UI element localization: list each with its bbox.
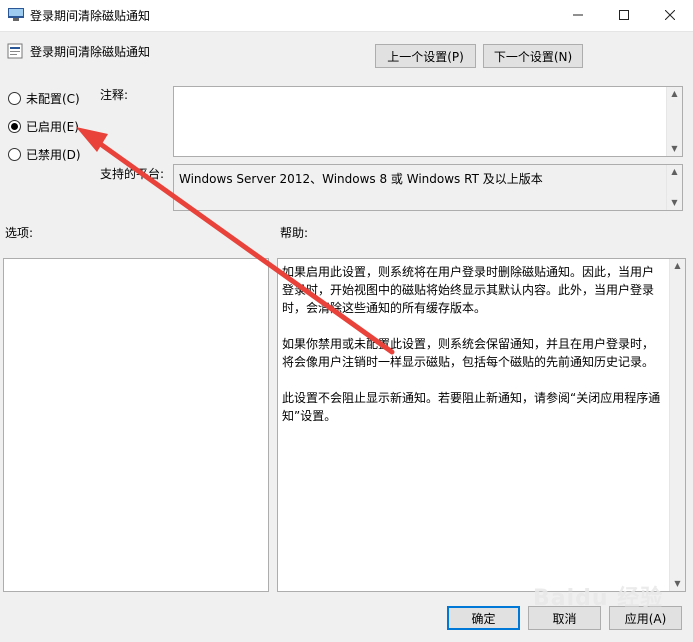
supported-value: Windows Server 2012、Windows 8 或 Windows … [179, 172, 543, 186]
comment-textarea[interactable]: ▲ ▼ [173, 86, 683, 157]
help-paragraph: 如果启用此设置，则系统将在用户登录时删除磁贴通知。因此，当用户登录时，开始视图中… [282, 265, 655, 315]
maximize-button[interactable] [601, 0, 647, 31]
scroll-down-icon: ▼ [671, 198, 678, 207]
scroll-up-icon: ▲ [674, 261, 681, 270]
policy-setting-icon [7, 43, 23, 59]
title-bar: 登录期间清除磁贴通知 [0, 0, 693, 32]
options-panel [3, 258, 269, 592]
radio-circle[interactable] [8, 120, 21, 133]
radio-circle[interactable] [8, 92, 21, 105]
scroll-up-icon: ▲ [671, 167, 678, 176]
previous-setting-button[interactable]: 上一个设置(P) [375, 44, 476, 68]
options-label: 选项: [5, 226, 34, 240]
help-text: 如果启用此设置，则系统将在用户登录时删除磁贴通知。因此，当用户登录时，开始视图中… [282, 263, 665, 443]
ok-button[interactable]: 确定 [447, 606, 520, 630]
comment-label: 注释: [100, 88, 129, 102]
supported-scrollbar[interactable]: ▲ ▼ [666, 165, 682, 210]
supported-field: Windows Server 2012、Windows 8 或 Windows … [173, 164, 683, 211]
window-title: 登录期间清除磁贴通知 [30, 9, 151, 23]
help-label: 帮助: [280, 226, 309, 240]
scroll-down-icon: ▼ [671, 144, 678, 153]
scroll-up-icon: ▲ [671, 89, 678, 98]
comment-scrollbar[interactable]: ▲ ▼ [666, 87, 682, 156]
baidu-watermark: Baidu 经验 [533, 586, 664, 611]
help-panel: 如果启用此设置，则系统将在用户登录时删除磁贴通知。因此，当用户登录时，开始视图中… [277, 258, 686, 592]
radio-label: 已启用(E) [26, 120, 79, 134]
radio-circle[interactable] [8, 148, 21, 161]
minimize-icon [573, 9, 583, 23]
radio-enabled[interactable]: 已启用(E) [8, 118, 79, 135]
radio-label: 未配置(C) [26, 92, 80, 106]
scroll-down-icon: ▼ [674, 579, 681, 588]
radio-selected-dot [11, 123, 18, 130]
help-paragraph: 如果你禁用或未配置此设置，则系统会保留通知，并且在用户登录时，将会像用户注销时一… [282, 337, 655, 369]
policy-title: 登录期间清除磁贴通知 [30, 45, 151, 59]
maximize-icon [619, 9, 629, 23]
close-button[interactable] [647, 0, 693, 31]
minimize-button[interactable] [555, 0, 601, 31]
radio-label: 已禁用(D) [26, 148, 81, 162]
close-icon [664, 9, 676, 23]
radio-not-configured[interactable]: 未配置(C) [8, 90, 80, 107]
help-scrollbar[interactable]: ▲ ▼ [669, 259, 685, 591]
radio-disabled[interactable]: 已禁用(D) [8, 146, 81, 163]
help-paragraph: 此设置不会阻止显示新通知。若要阻止新通知，请参阅“关闭应用程序通知”设置。 [282, 391, 661, 423]
policy-app-icon [8, 8, 24, 22]
next-setting-button[interactable]: 下一个设置(N) [483, 44, 583, 68]
supported-label: 支持的平台: [100, 167, 165, 181]
